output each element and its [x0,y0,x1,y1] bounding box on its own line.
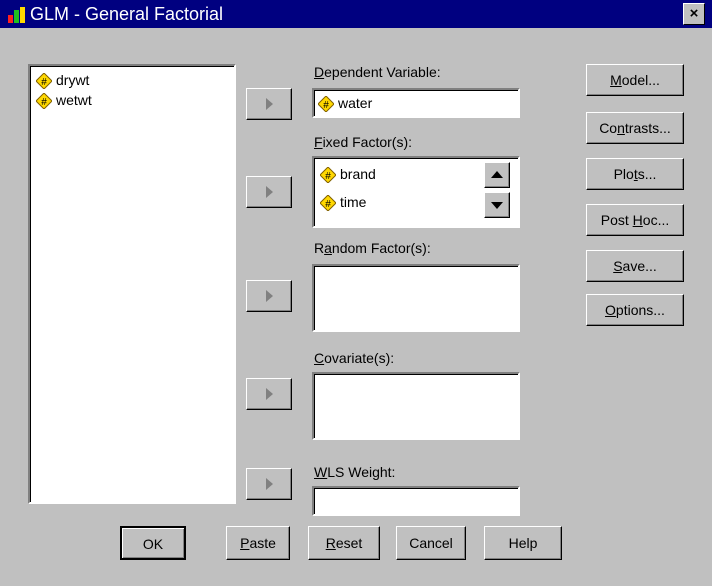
list-item-label: drywt [56,72,90,88]
random-factors-label: Random Factor(s): [314,240,431,256]
right-arrow-icon [266,186,273,198]
down-arrow-icon [491,202,503,209]
scale-variable-icon: # [35,72,53,91]
list-item-label: wetwt [56,92,92,108]
right-arrow-icon [266,388,273,400]
title-bar: GLM - General Factorial × [0,0,712,28]
cancel-button[interactable]: Cancel [396,526,466,560]
move-to-random-factors-button[interactable] [246,280,292,312]
scale-variable-icon: # [319,166,337,185]
wls-weight-field[interactable] [312,486,520,516]
svg-text:#: # [323,100,329,111]
svg-text:#: # [41,97,47,108]
right-arrow-icon [266,290,273,302]
covariates-label: Covariate(s): [314,350,395,366]
model-button[interactable]: Model... [586,64,684,96]
right-arrow-icon [266,98,273,110]
random-factors-list[interactable] [312,264,520,332]
list-item[interactable]: # time [319,192,367,213]
list-item[interactable]: # drywt [35,70,90,91]
window-title: GLM - General Factorial [30,4,224,24]
covariates-list[interactable] [312,372,520,440]
scroll-up-button[interactable] [484,162,510,188]
options-button[interactable]: Options... [586,294,684,326]
list-item-label: brand [340,166,376,182]
wls-weight-label: WLS Weight: [314,464,396,480]
dependent-variable-label: Dependent Variable: [314,64,441,80]
up-arrow-icon [491,171,503,178]
move-to-covariates-button[interactable] [246,378,292,410]
help-button[interactable]: Help [484,526,562,560]
reset-button[interactable]: Reset [308,526,380,560]
fixed-factors-label: Fixed Factor(s): [314,134,413,150]
post-hoc-button[interactable]: Post Hoc... [586,204,684,236]
save-button[interactable]: Save... [586,250,684,282]
svg-text:#: # [41,77,47,88]
svg-text:#: # [325,171,331,182]
app-icon [8,7,25,23]
scroll-down-button[interactable] [484,192,510,218]
svg-text:#: # [325,199,331,210]
dependent-variable-value: # water [317,93,372,114]
paste-button[interactable]: Paste [226,526,290,560]
scale-variable-icon: # [35,92,53,111]
source-variable-list[interactable]: # drywt # wetwt [28,64,236,504]
list-item[interactable]: # wetwt [35,90,92,111]
ok-button[interactable]: OK [120,526,186,560]
right-arrow-icon [266,478,273,490]
scale-variable-icon: # [317,95,335,114]
dependent-variable-field[interactable]: # water [312,88,520,118]
plots-button[interactable]: Plots... [586,158,684,190]
list-item[interactable]: # brand [319,164,376,185]
list-item-label: time [340,194,367,210]
move-to-wls-weight-button[interactable] [246,468,292,500]
move-to-dependent-button[interactable] [246,88,292,120]
fixed-factors-list[interactable]: # brand # time [312,156,520,228]
scale-variable-icon: # [319,194,337,213]
close-button[interactable]: × [683,3,705,25]
move-to-fixed-factors-button[interactable] [246,176,292,208]
contrasts-button[interactable]: Contrasts... [586,112,684,144]
